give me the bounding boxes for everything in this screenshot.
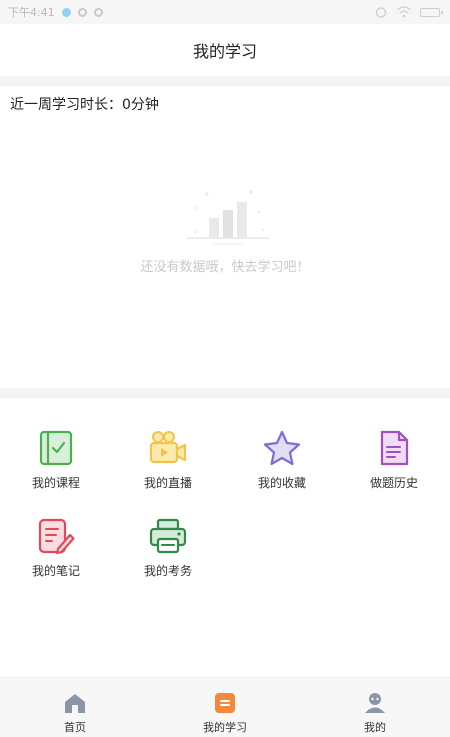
status-bar: 下午4:41 xyxy=(0,0,450,24)
profile-icon xyxy=(362,690,388,716)
nav-label: 首页 xyxy=(64,721,86,734)
menu-item-label: 我的考务 xyxy=(143,564,192,578)
empty-state-message: 还没有数据哦，快去学习吧！ xyxy=(140,260,310,275)
menu-item-my-courses[interactable]: 我的课程 xyxy=(0,428,112,500)
menu-item-label: 做题历史 xyxy=(369,476,418,490)
menu-item-my-favorites[interactable]: 我的收藏 xyxy=(226,428,338,500)
empty-chart-icon xyxy=(187,190,269,245)
battery-icon xyxy=(420,7,443,17)
menu-item-my-notes[interactable]: 我的笔记 xyxy=(0,516,112,588)
section-divider xyxy=(0,76,450,86)
nav-label: 我的学习 xyxy=(203,721,247,734)
nav-item-my-study[interactable]: 我的学习 xyxy=(150,678,300,737)
section-divider xyxy=(0,388,450,398)
document-icon xyxy=(374,428,414,468)
nav-label: 我的 xyxy=(364,721,386,734)
course-book-icon xyxy=(36,428,76,468)
bottom-navigation: 首页 我的学习 我的 xyxy=(0,677,450,737)
notification-icon xyxy=(61,7,71,17)
menu-item-label: 我的收藏 xyxy=(257,476,306,490)
page-header: 我的学习 xyxy=(0,24,450,76)
app-screen: 下午4:41 我的学习 近一周学习时长：0分钟 还没有数据哦，快去学习吧！ 我的… xyxy=(0,0,450,737)
printer-icon xyxy=(148,516,188,556)
nav-item-profile[interactable]: 我的 xyxy=(300,678,450,737)
menu-item-my-live[interactable]: 我的直播 xyxy=(112,428,224,500)
weekly-study-duration: 近一周学习时长：0分钟 xyxy=(10,97,159,113)
menu-item-label: 我的课程 xyxy=(31,476,80,490)
notification-icon xyxy=(93,7,103,17)
nav-item-home[interactable]: 首页 xyxy=(0,678,150,737)
study-icon xyxy=(212,690,238,716)
live-camera-icon xyxy=(148,428,188,468)
star-icon xyxy=(262,428,302,468)
menu-item-label: 我的笔记 xyxy=(31,564,80,578)
alarm-icon xyxy=(375,7,387,18)
menu-item-label: 我的直播 xyxy=(143,476,192,490)
menu-item-practice-history[interactable]: 做题历史 xyxy=(338,428,450,500)
status-time: 下午4:41 xyxy=(8,6,55,19)
status-indicators xyxy=(374,6,443,18)
menu-item-my-exam-affairs[interactable]: 我的考务 xyxy=(112,516,224,588)
home-icon xyxy=(62,690,88,716)
wifi-icon xyxy=(396,6,412,18)
note-pen-icon xyxy=(36,516,76,556)
page-title: 我的学习 xyxy=(192,42,257,61)
notification-icon xyxy=(77,7,87,17)
